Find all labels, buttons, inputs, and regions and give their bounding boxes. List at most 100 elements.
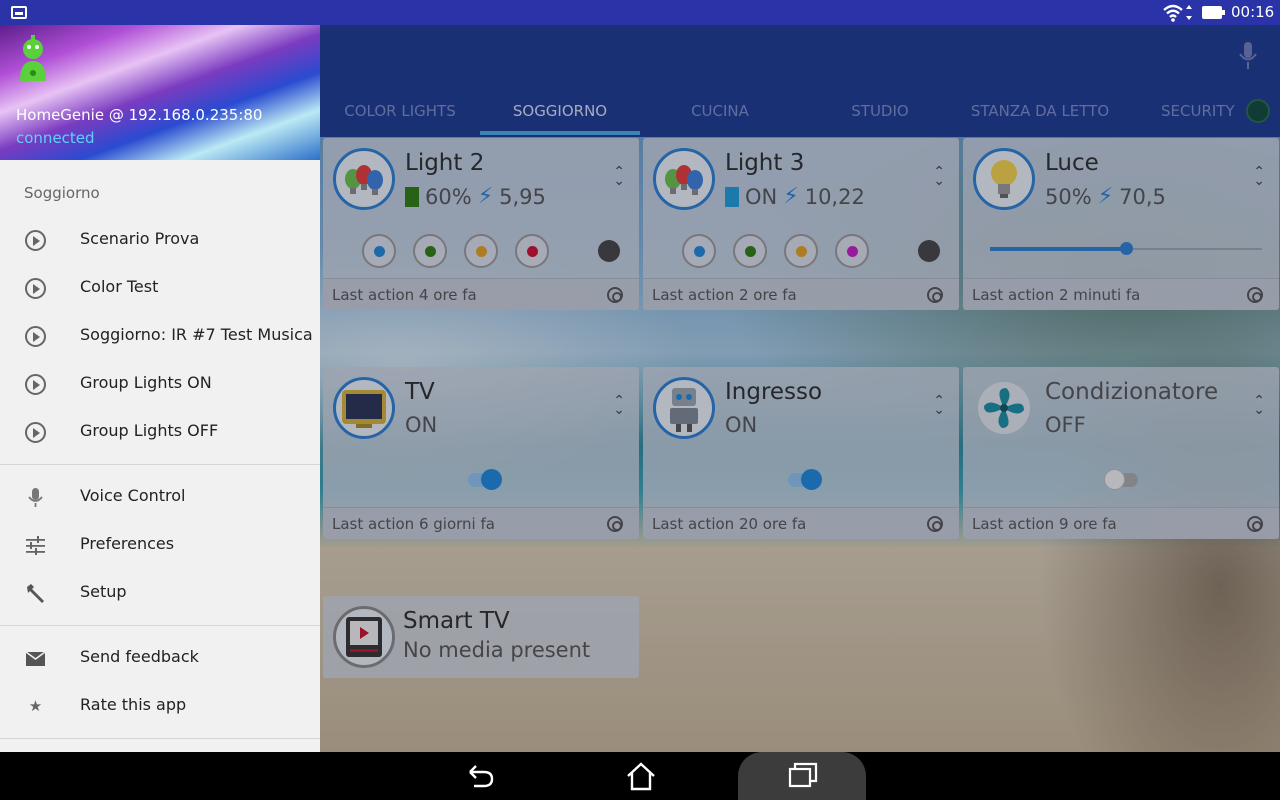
tab-security[interactable]: SECURITY <box>1120 85 1240 135</box>
slider-knob[interactable] <box>1120 242 1133 255</box>
light2-card[interactable]: Light 2 60% ⚡ 5,95 ⌃ ⌄ Last action 4 ore … <box>323 138 639 310</box>
rate-app-item[interactable]: ★ Rate this app <box>0 682 320 730</box>
card-status: ON ⚡ 10,22 <box>725 184 865 209</box>
tv-card[interactable]: TV ON ⌃ ⌄ Last action 6 giorni fa <box>323 367 639 539</box>
sliders-icon <box>26 536 45 555</box>
homegenie-logo-icon <box>20 35 46 81</box>
ingresso-card[interactable]: Ingresso ON ⌃ ⌄ Last action 20 ore fa <box>643 367 959 539</box>
smarttv-card[interactable]: Smart TV No media present <box>323 596 639 678</box>
dimmer-slider[interactable] <box>990 242 1262 255</box>
color-magenta-button[interactable] <box>835 234 869 268</box>
home-icon[interactable] <box>624 752 658 800</box>
scenario-item[interactable]: Group Lights OFF <box>0 408 320 456</box>
stats-icon[interactable] <box>607 516 623 532</box>
last-action: Last action 6 giorni fa <box>332 515 495 533</box>
stats-icon[interactable] <box>927 516 943 532</box>
card-title: Condizionatore <box>1045 379 1219 405</box>
card-title: Ingresso <box>725 379 823 405</box>
recent-apps-icon[interactable] <box>786 752 820 800</box>
stats-icon[interactable] <box>607 287 623 303</box>
tab-stanza-da-letto[interactable]: STANZA DA LETTO <box>960 85 1120 135</box>
stats-icon[interactable] <box>1247 287 1263 303</box>
card-footer: Last action 2 ore fa <box>643 278 959 310</box>
tab-studio[interactable]: STUDIO <box>800 85 960 135</box>
card-status: 50% ⚡ 70,5 <box>1045 184 1166 209</box>
power-switch[interactable] <box>1104 469 1138 490</box>
stats-icon[interactable] <box>927 287 943 303</box>
power-value: 10,22 <box>804 184 865 209</box>
level-indicator <box>405 186 419 207</box>
power-bolt-icon: ⚡ <box>783 184 799 209</box>
scenario-item[interactable]: Soggiorno: IR #7 Test Musica <box>0 312 320 360</box>
last-action: Last action 20 ore fa <box>652 515 807 533</box>
stats-icon[interactable] <box>1247 516 1263 532</box>
power-switch[interactable] <box>468 469 502 490</box>
power-value: 70,5 <box>1119 184 1166 209</box>
tab-color-lights[interactable]: COLOR LIGHTS <box>320 85 480 135</box>
wifi-icon <box>1163 4 1192 22</box>
expand-chevron-icon[interactable]: ⌃ ⌄ <box>613 165 625 188</box>
card-title: Light 3 <box>725 150 805 176</box>
brightness-icon[interactable] <box>598 240 620 262</box>
setup-label: Setup <box>80 582 127 601</box>
color-green-button[interactable] <box>733 234 767 268</box>
tv-icon <box>333 377 395 439</box>
card-title: Luce <box>1045 150 1099 176</box>
color-yellow-button[interactable] <box>784 234 818 268</box>
drawer-section-title: Soggiorno <box>24 184 100 202</box>
back-icon[interactable] <box>462 752 496 800</box>
card-status: OFF <box>1045 413 1086 437</box>
color-blue-button[interactable] <box>682 234 716 268</box>
level-indicator <box>725 186 739 207</box>
app-bar: COLOR LIGHTS SOGGIORNO CUCINA STUDIO STA… <box>320 25 1280 137</box>
expand-chevron-icon[interactable]: ⌃ ⌄ <box>933 394 945 417</box>
mic-icon <box>28 488 43 507</box>
card-footer: Last action 2 minuti fa <box>963 278 1279 310</box>
scenario-item[interactable]: Scenario Prova <box>0 216 320 264</box>
robot-icon <box>653 377 715 439</box>
card-footer: Last action 9 ore fa <box>963 507 1279 539</box>
power-bolt-icon: ⚡ <box>1097 184 1114 209</box>
tab-bar: COLOR LIGHTS SOGGIORNO CUCINA STUDIO STA… <box>320 85 1280 135</box>
status-clock: 00:16 <box>1231 3 1275 21</box>
preferences-item[interactable]: Preferences <box>0 521 320 569</box>
color-bulbs-icon <box>333 148 395 210</box>
setup-item[interactable]: Setup <box>0 569 320 617</box>
color-blue-button[interactable] <box>362 234 396 268</box>
tab-cucina[interactable]: CUCINA <box>640 85 800 135</box>
card-footer: Last action 4 ore fa <box>323 278 639 310</box>
card-title: Smart TV <box>403 608 510 634</box>
voice-mic-icon[interactable] <box>1238 41 1258 71</box>
connection-status: connected <box>16 129 95 147</box>
main-content: COLOR LIGHTS SOGGIORNO CUCINA STUDIO STA… <box>320 25 1280 752</box>
expand-chevron-icon[interactable]: ⌃ ⌄ <box>613 394 625 417</box>
voice-control-item[interactable]: Voice Control <box>0 473 320 521</box>
card-title: TV <box>405 379 435 405</box>
send-feedback-item[interactable]: Send feedback <box>0 634 320 682</box>
last-action: Last action 2 minuti fa <box>972 286 1141 304</box>
star-icon: ★ <box>28 697 43 715</box>
gallery-notification-icon <box>11 6 27 19</box>
play-circle-icon <box>25 422 46 443</box>
rate-app-label: Rate this app <box>80 695 187 714</box>
light3-card[interactable]: Light 3 ON ⚡ 10,22 ⌃ ⌄ Last action 2 ore … <box>643 138 959 310</box>
card-status: No media present <box>403 638 591 662</box>
condizionatore-card[interactable]: Condizionatore OFF ⌃ ⌄ Last action 9 ore … <box>963 367 1279 539</box>
card-status: ON <box>405 413 438 437</box>
last-action: Last action 2 ore fa <box>652 286 797 304</box>
expand-chevron-icon[interactable]: ⌃ ⌄ <box>1253 394 1265 417</box>
expand-chevron-icon[interactable]: ⌃ ⌄ <box>933 165 945 188</box>
color-green-button[interactable] <box>413 234 447 268</box>
play-circle-icon <box>25 374 46 395</box>
color-red-button[interactable] <box>515 234 549 268</box>
scenario-item[interactable]: Color Test <box>0 264 320 312</box>
expand-chevron-icon[interactable]: ⌃ ⌄ <box>1253 165 1265 188</box>
slider-fill <box>990 247 1126 251</box>
color-yellow-button[interactable] <box>464 234 498 268</box>
tab-soggiorno[interactable]: SOGGIORNO <box>480 85 640 135</box>
scenario-item[interactable]: Group Lights ON <box>0 360 320 408</box>
color-bulbs-icon <box>653 148 715 210</box>
brightness-icon[interactable] <box>918 240 940 262</box>
power-switch[interactable] <box>788 469 822 490</box>
luce-card[interactable]: Luce 50% ⚡ 70,5 ⌃ ⌄ Last action 2 minuti … <box>963 138 1279 310</box>
